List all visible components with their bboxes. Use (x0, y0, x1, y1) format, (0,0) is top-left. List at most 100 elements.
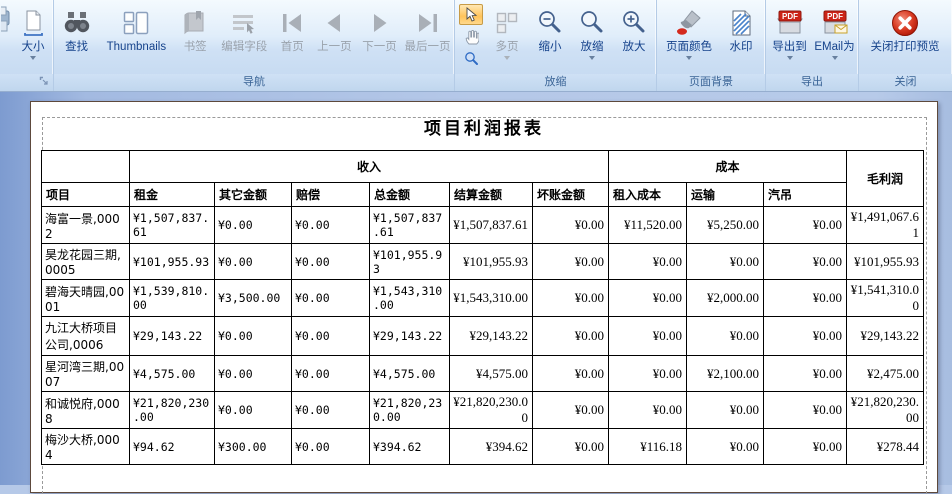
amount-cell: ¥21,820,230.00 (370, 392, 450, 429)
amount-cell: ¥0.00 (609, 280, 687, 317)
dialog-launcher-icon[interactable] (39, 76, 50, 92)
column-header: 租金 (130, 183, 215, 207)
select-pointer-tool[interactable] (459, 4, 483, 25)
amount-cell: ¥0.00 (292, 280, 370, 317)
amount-cell: ¥1,541,310.00 (847, 280, 924, 317)
amount-cell: ¥1,539,810.00 (130, 280, 215, 317)
watermark-button[interactable]: 水印 (720, 3, 762, 54)
zoom-out-button[interactable]: 缩小 (529, 3, 571, 54)
column-header: 结算金额 (450, 183, 533, 207)
page-size-button[interactable]: 大小 (14, 3, 52, 60)
project-cell: 星河湾三期,0007 (42, 356, 130, 392)
first-page-button[interactable]: 首页 (273, 3, 312, 54)
thumbnails-icon (122, 5, 150, 41)
button-label: 放大 (623, 41, 646, 54)
report-page: 项目利润报表 收入成本毛利润项目租金其它金额赔偿总金额结算金额坏账金额租入成本运… (30, 101, 938, 493)
amount-cell: ¥101,955.93 (450, 244, 533, 280)
table-row: 九江大桥项目公司,0006¥29,143.22¥0.00¥0.00¥29,143… (42, 317, 924, 356)
zoom-region-tool[interactable] (459, 48, 483, 69)
pdf-email-icon: PDF (820, 5, 850, 41)
email-as-button[interactable]: PDF EMail为 (812, 3, 857, 60)
button-label: 下一页 (362, 41, 397, 54)
amount-cell: ¥1,507,837.61 (370, 207, 450, 244)
prev-page-button[interactable]: 上一页 (312, 3, 357, 54)
amount-cell: ¥101,955.93 (370, 244, 450, 280)
button-label: 放缩 (581, 41, 604, 54)
page-size-icon (20, 5, 46, 41)
thumbnails-button[interactable]: Thumbnails (98, 3, 174, 54)
zoom-in-button[interactable]: 放大 (613, 3, 655, 54)
amount-cell: ¥0.00 (292, 207, 370, 244)
amount-cell: ¥2,000.00 (687, 280, 764, 317)
page-color-button[interactable]: 页面颜色 (658, 3, 720, 60)
button-label: 大小 (22, 41, 45, 54)
amount-cell: ¥94.62 (130, 429, 215, 465)
group-label-page-background: 页面背景 (657, 74, 765, 91)
amount-cell: ¥0.00 (687, 317, 764, 356)
export-to-button[interactable]: PDF 导出到 (767, 3, 812, 60)
zoom-out-icon (536, 5, 564, 41)
group-label-zoom: 放缩 (455, 74, 656, 91)
amount-cell: ¥11,520.00 (609, 207, 687, 244)
pdf-export-icon: PDF (775, 5, 805, 41)
amount-cell: ¥0.00 (292, 429, 370, 465)
column-header: 项目 (42, 183, 130, 207)
amount-cell: ¥1,543,310.00 (370, 280, 450, 317)
svg-text:PDF: PDF (827, 12, 843, 21)
svg-text:PDF: PDF (782, 12, 798, 21)
column-header: 租入成本 (609, 183, 687, 207)
amount-cell: ¥0.00 (609, 392, 687, 429)
amount-cell: ¥116.18 (609, 429, 687, 465)
amount-cell: ¥0.00 (292, 356, 370, 392)
amount-cell: ¥2,100.00 (687, 356, 764, 392)
chevron-down-icon (504, 56, 510, 60)
column-header: 其它金额 (215, 183, 292, 207)
button-label: 查找 (65, 41, 88, 54)
amount-cell: ¥394.62 (370, 429, 450, 465)
find-button[interactable]: 查找 (55, 3, 98, 54)
amount-cell: ¥3,500.00 (215, 280, 292, 317)
amount-cell: ¥0.00 (533, 429, 609, 465)
table-row: 海富一景,0002¥1,507,837.61¥0.00¥0.00¥1,507,8… (42, 207, 924, 244)
button-label: 首页 (281, 41, 304, 54)
amount-cell: ¥0.00 (609, 356, 687, 392)
amount-cell: ¥21,820,230.00 (450, 392, 533, 429)
zoom-button[interactable]: 放缩 (571, 3, 613, 60)
amount-cell: ¥21,820,230.00 (130, 392, 215, 429)
table-row: 梅沙大桥,0004¥94.62¥300.00¥0.00¥394.62¥394.6… (42, 429, 924, 465)
close-print-preview-button[interactable]: 关闭打印预览 (860, 3, 950, 54)
binoculars-icon (62, 5, 92, 41)
button-label: 导出到 (772, 41, 807, 54)
edit-fields-button[interactable]: 编辑字段 (216, 3, 273, 54)
pan-hand-tool[interactable] (459, 26, 483, 47)
bookmarks-button[interactable]: 书签 (175, 3, 216, 54)
project-cell: 昊龙花园三期,0005 (42, 244, 130, 280)
ribbon-group-footer (0, 74, 53, 91)
page-color-icon (674, 5, 704, 41)
amount-cell: ¥0.00 (764, 317, 847, 356)
last-page-button[interactable]: 最后一页 (402, 3, 453, 54)
first-page-icon (279, 5, 305, 41)
amount-cell: ¥1,543,310.00 (450, 280, 533, 317)
chevron-down-icon (686, 56, 692, 60)
amount-cell: ¥0.00 (764, 207, 847, 244)
amount-cell: ¥0.00 (215, 244, 292, 280)
amount-cell: ¥1,507,837.61 (130, 207, 215, 244)
project-cell: 海富一景,0002 (42, 207, 130, 244)
close-icon (890, 5, 920, 41)
zoom-in-icon (620, 5, 648, 41)
ribbon-group-print: 大小 (0, 0, 54, 91)
amount-cell: ¥4,575.00 (450, 356, 533, 392)
project-cell: 梅沙大桥,0004 (42, 429, 130, 465)
button-label: 关闭打印预览 (871, 41, 940, 54)
amount-cell: ¥0.00 (533, 392, 609, 429)
clipped-printer-icon (1, 5, 14, 45)
multi-page-button[interactable]: 多页 (485, 3, 529, 60)
button-label: 缩小 (539, 41, 562, 54)
amount-cell: ¥0.00 (764, 392, 847, 429)
button-label: 上一页 (317, 41, 352, 54)
amount-cell: ¥4,575.00 (370, 356, 450, 392)
book-bookmark-icon (181, 5, 209, 41)
chevron-down-icon (832, 56, 838, 60)
next-page-button[interactable]: 下一页 (357, 3, 402, 54)
